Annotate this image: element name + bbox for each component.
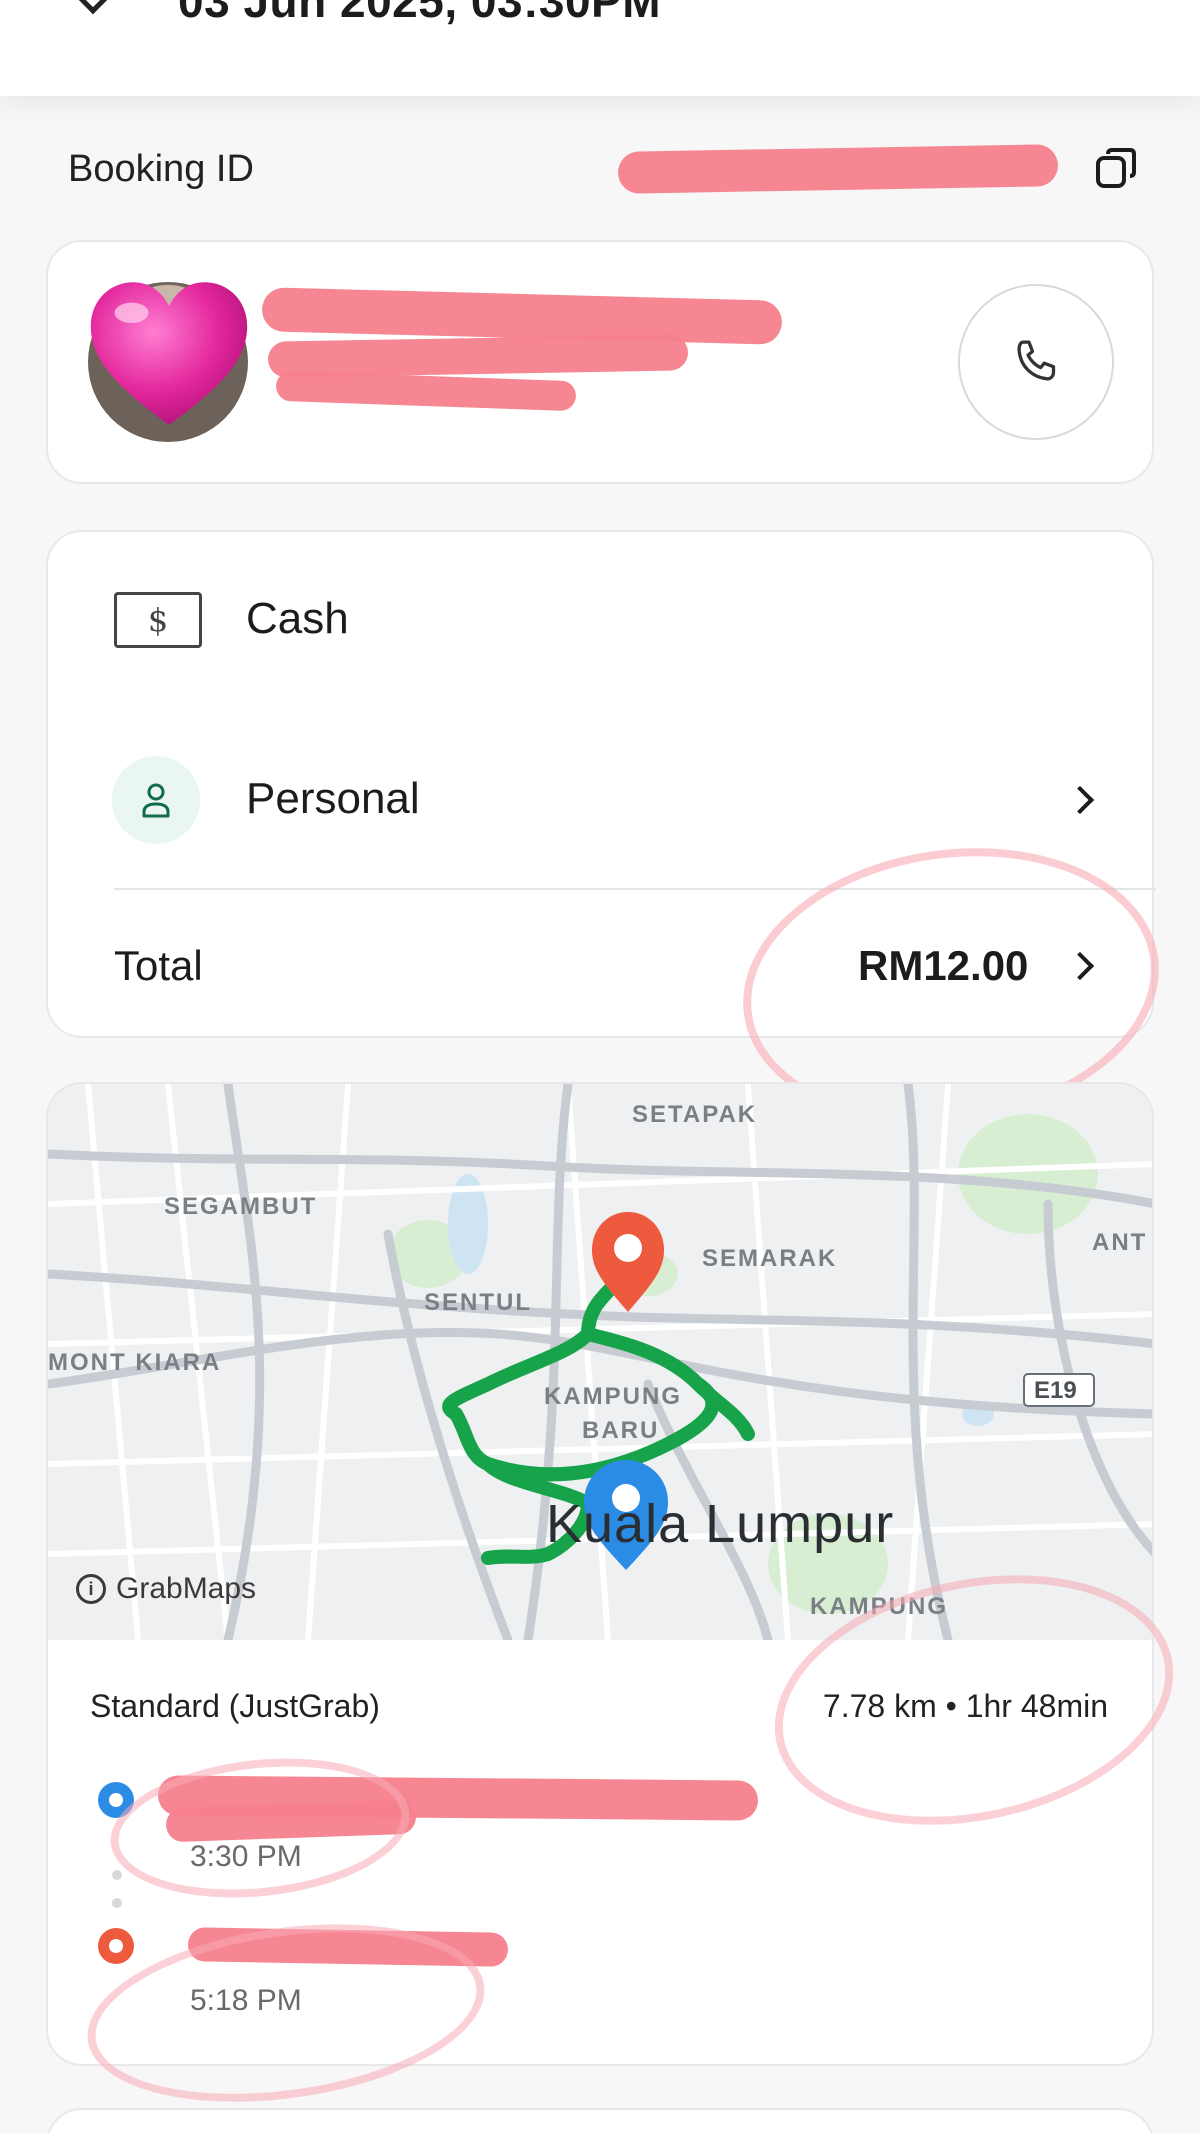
- route-connector: [112, 1870, 122, 1880]
- chevron-right-icon[interactable]: [1065, 785, 1095, 815]
- route-map[interactable]: SETAPAK SEGAMBUT SEMARAK ANT SENTUL MONT…: [48, 1084, 1152, 1640]
- map-label-ant: ANT: [1092, 1229, 1147, 1256]
- chevron-down-icon[interactable]: [71, 0, 115, 15]
- payment-method-label: Cash: [246, 594, 349, 643]
- map-label-semarak: SEMARAK: [702, 1245, 837, 1272]
- trip-card: SETAPAK SEGAMBUT SEMARAK ANT SENTUL MONT…: [46, 1082, 1154, 2066]
- redaction-scribble: [261, 287, 783, 345]
- booking-detail-screen: 03 Jun 2025, 03:30PM Booking ID $ Cash P…: [0, 0, 1200, 2133]
- map-label-e19: E19: [1034, 1377, 1077, 1404]
- booking-date-time: 03 Jun 2025, 03:30PM: [178, 0, 662, 27]
- map-label-sentul: SENTUL: [424, 1289, 532, 1316]
- service-type-label: Standard (JustGrab): [90, 1688, 380, 1724]
- call-driver-button[interactable]: [958, 284, 1114, 440]
- map-canvas: SETAPAK SEGAMBUT SEMARAK ANT SENTUL MONT…: [48, 1084, 1152, 1640]
- map-attribution[interactable]: i GrabMaps: [76, 1572, 256, 1606]
- driver-card: [46, 240, 1154, 484]
- redaction-scribble: [275, 370, 577, 412]
- cash-icon: $: [114, 592, 202, 648]
- person-icon: [112, 756, 200, 844]
- phone-icon: [1017, 340, 1056, 381]
- booking-id-label: Booking ID: [68, 148, 254, 190]
- copy-icon[interactable]: [1092, 144, 1140, 192]
- map-attribution-label: GrabMaps: [116, 1572, 257, 1605]
- redaction-scribble: [267, 334, 689, 378]
- header-bar: 03 Jun 2025, 03:30PM: [0, 0, 1200, 96]
- map-label-kampung: KAMPUNG: [544, 1383, 682, 1410]
- route-connector: [112, 1898, 122, 1908]
- map-label-mont-kiara: MONT KIARA: [48, 1349, 221, 1376]
- total-label: Total: [114, 942, 203, 989]
- dropoff-dot-icon: [98, 1928, 134, 1964]
- redaction-scribble: [617, 144, 1059, 194]
- heart-emoji-icon: [90, 282, 248, 425]
- map-label-setapak: SETAPAK: [632, 1101, 757, 1128]
- map-label-baru: BARU: [582, 1417, 659, 1444]
- next-card: [46, 2108, 1154, 2133]
- map-label-kuala-lumpur: Kuala Lumpur: [546, 1494, 894, 1554]
- map-label-segambut: SEGAMBUT: [164, 1193, 317, 1220]
- info-icon: i: [76, 1574, 106, 1604]
- profile-label[interactable]: Personal: [246, 774, 420, 824]
